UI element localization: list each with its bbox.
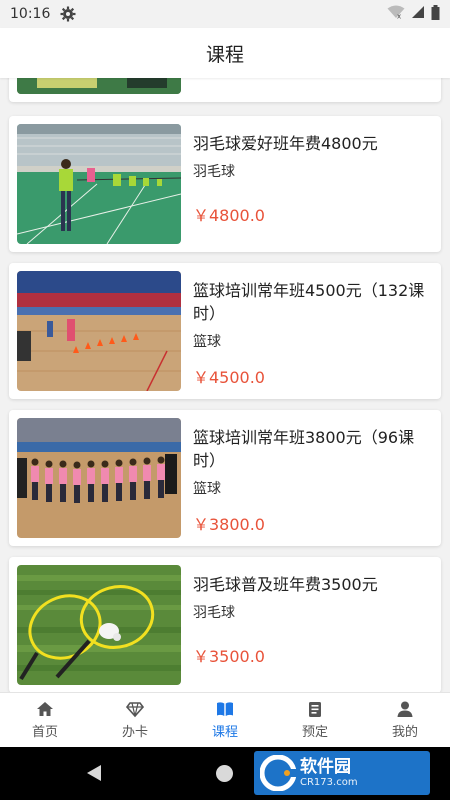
person-icon <box>396 700 414 718</box>
course-card[interactable]: 羽毛球爱好班年费4800元 羽毛球 ￥4800.0 <box>9 116 441 252</box>
tab-label: 我的 <box>391 725 418 740</box>
clipboard-icon <box>306 700 324 718</box>
course-price: ￥3800.0 <box>193 515 265 534</box>
course-name: 篮球培训常年班4500元（132课时） <box>193 281 425 323</box>
course-name: 羽毛球爱好班年费4800元 <box>193 134 378 153</box>
tab-label: 预定 <box>301 725 328 740</box>
system-nav-bar: 软件园 CR173.com <box>0 747 450 800</box>
course-name: 羽毛球普及班年费3500元 <box>193 575 378 594</box>
course-price: ￥3500.0 <box>193 647 265 666</box>
course-image <box>17 124 181 244</box>
settings-gear-icon <box>60 6 76 22</box>
diamond-icon <box>126 700 144 718</box>
course-price: ￥4500.0 <box>193 368 265 387</box>
course-card[interactable]: 篮球培训常年班3800元（96课时） 篮球 ￥3800.0 <box>9 410 441 546</box>
watermark-logo: 软件园 CR173.com <box>254 751 430 795</box>
course-info: 羽毛球普及班年费3500元 羽毛球 <box>193 573 431 622</box>
course-category: 羽毛球 <box>193 164 235 180</box>
course-card-partial[interactable] <box>9 78 441 102</box>
course-card[interactable]: 篮球培训常年班4500元（132课时） 篮球 ￥4500.0 <box>9 263 441 399</box>
watermark-sub: CR173.com <box>300 777 358 788</box>
course-image <box>17 565 181 685</box>
bottom-tab-bar: 首页 办卡 课程 预定 我的 <box>0 692 450 747</box>
course-category: 篮球 <box>193 334 221 350</box>
course-image <box>17 78 181 94</box>
status-time: 10:16 <box>10 6 51 22</box>
wifi-icon: x <box>387 5 405 23</box>
course-card[interactable]: 羽毛球普及班年费3500元 羽毛球 ￥3500.0 <box>9 557 441 692</box>
course-price: ￥4800.0 <box>193 206 265 225</box>
course-name: 篮球培训常年班3800元（96课时） <box>193 428 415 470</box>
course-category: 羽毛球 <box>193 605 235 621</box>
header: 课程 <box>0 28 450 78</box>
course-image <box>17 271 181 391</box>
course-info: 羽毛球爱好班年费4800元 羽毛球 <box>193 132 431 181</box>
back-triangle-icon[interactable] <box>86 764 102 782</box>
course-image <box>17 418 181 538</box>
watermark-text: 软件园 <box>300 757 351 777</box>
tab-label: 办卡 <box>121 725 148 740</box>
signal-icon <box>411 5 425 23</box>
status-bar: 10:16 x <box>0 0 450 28</box>
home-icon <box>36 700 54 718</box>
tab-label: 首页 <box>31 725 58 740</box>
battery-icon <box>431 4 440 24</box>
home-circle-icon[interactable] <box>216 765 233 782</box>
tab-label: 课程 <box>211 725 238 740</box>
tab-mine[interactable]: 我的 <box>360 693 450 747</box>
book-icon <box>216 700 234 718</box>
course-info: 篮球培训常年班4500元（132课时） 篮球 <box>193 279 431 351</box>
tab-booking[interactable]: 预定 <box>270 693 360 747</box>
tab-courses[interactable]: 课程 <box>180 693 270 747</box>
tab-home[interactable]: 首页 <box>0 693 90 747</box>
course-category: 篮球 <box>193 481 221 497</box>
page-title: 课程 <box>205 43 244 66</box>
tab-card[interactable]: 办卡 <box>90 693 180 747</box>
svg-text:x: x <box>397 13 401 20</box>
course-info: 篮球培训常年班3800元（96课时） 篮球 <box>193 426 431 498</box>
watermark-c-icon <box>259 754 297 792</box>
course-list[interactable]: 羽毛球爱好班年费4800元 羽毛球 ￥4800.0 篮球培训常年班4500元（1… <box>0 78 450 692</box>
